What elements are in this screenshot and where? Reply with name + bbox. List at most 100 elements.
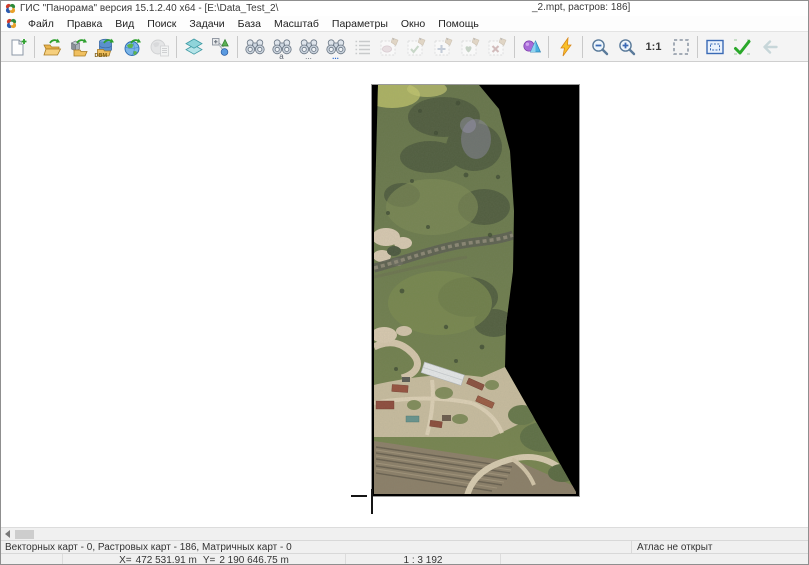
- x-value: 472 531.91 m: [136, 555, 197, 565]
- window-title-suffix: _2.mpt, растров: 186]: [532, 2, 630, 13]
- aerial-orthophoto: [372, 85, 579, 496]
- search-dots-label: ...: [296, 52, 322, 62]
- search-in-selected-button[interactable]: ...: [323, 34, 349, 60]
- object-list-button: [350, 34, 376, 60]
- zoom-in-icon: [617, 37, 637, 57]
- open-map-button[interactable]: [39, 34, 65, 60]
- toolbar-separator: [237, 36, 238, 58]
- raster-extent[interactable]: [372, 85, 579, 496]
- open-internet-map-button[interactable]: [120, 34, 146, 60]
- scroll-left-arrow-icon[interactable]: [1, 528, 14, 541]
- app-window: ГИС "Панорама" версия 15.1.2.40 x64 - [E…: [0, 0, 809, 565]
- menu-window[interactable]: Окно: [401, 18, 425, 30]
- map-window-button[interactable]: [702, 34, 728, 60]
- select-area-button: [377, 34, 403, 60]
- open-data-button[interactable]: [66, 34, 92, 60]
- globe-list-icon: [150, 37, 170, 57]
- menu-file[interactable]: Файл: [28, 18, 54, 30]
- select-add-button: [431, 34, 457, 60]
- x-label: X=: [119, 555, 132, 565]
- open-database-button[interactable]: DBM: [93, 34, 119, 60]
- map-cursor-crosshair: [371, 489, 373, 514]
- title-bar: ГИС "Панорама" версия 15.1.2.40 x64 - [E…: [1, 1, 808, 16]
- toolbar-separator: [582, 36, 583, 58]
- open-folder-icon: [42, 37, 62, 57]
- select-area-icon: [380, 37, 400, 57]
- lightning-icon: [556, 37, 576, 57]
- quick-view-button[interactable]: [553, 34, 579, 60]
- green-check-icon: [732, 37, 752, 57]
- maps-count-status: Векторных карт - 0, Растровых карт - 186…: [5, 542, 292, 553]
- menu-view[interactable]: Вид: [115, 18, 134, 30]
- open-box-icon: [69, 37, 89, 57]
- left-arrow-icon: [759, 37, 779, 57]
- status-separator: [631, 541, 632, 554]
- toolbar-separator: [176, 36, 177, 58]
- toolbar-separator: [514, 36, 515, 58]
- map-cursor-crosshair: [351, 495, 367, 497]
- dashed-frame-icon: [671, 37, 691, 57]
- scale-value: 1 : 3 192: [404, 555, 443, 565]
- search-name-label: a: [269, 52, 295, 62]
- horizontal-scrollbar[interactable]: [1, 527, 808, 540]
- select-x-icon: [488, 37, 508, 57]
- search-blue-dots-label: ...: [323, 52, 349, 62]
- globe-icon: [123, 37, 143, 57]
- coord-empty-cell: [1, 554, 63, 565]
- scale-1-1-label: 1:1: [646, 41, 662, 53]
- select-plus-icon: [434, 37, 454, 57]
- coord-empty-cell: [501, 554, 808, 565]
- select-frame-button[interactable]: [668, 34, 694, 60]
- window-title: ГИС "Панорама" версия 15.1.2.40 x64 - [E…: [20, 3, 278, 14]
- menu-search[interactable]: Поиск: [147, 18, 176, 30]
- dbm-label: DBM: [95, 53, 108, 59]
- menu-tasks[interactable]: Задачи: [189, 18, 224, 30]
- menu-bar: Файл Правка Вид Поиск Задачи База Масшта…: [1, 16, 808, 31]
- main-toolbar: DBM a ... ... 1:1: [1, 31, 808, 62]
- menu-help[interactable]: Помощь: [438, 18, 479, 30]
- menu-options[interactable]: Параметры: [332, 18, 388, 30]
- select-cancel-button: [485, 34, 511, 60]
- new-document-icon: [8, 37, 28, 57]
- toolbar-separator: [697, 36, 698, 58]
- menu-database[interactable]: База: [238, 18, 261, 30]
- menu-scale[interactable]: Масштаб: [274, 18, 319, 30]
- composition-icon: [211, 37, 231, 57]
- toolbar-separator: [548, 36, 549, 58]
- search-continue-button[interactable]: ...: [296, 34, 322, 60]
- app-logo-icon: [5, 3, 16, 14]
- zoom-in-button[interactable]: [614, 34, 640, 60]
- view-3d-button[interactable]: [519, 34, 545, 60]
- cursor-coordinates: X= 472 531.91 m Y= 2 190 646.75 m: [63, 554, 346, 565]
- y-label: Y=: [203, 555, 216, 565]
- y-value: 2 190 646.75 m: [219, 555, 289, 565]
- scrollbar-thumb[interactable]: [15, 530, 34, 539]
- scale-1-1-button[interactable]: 1:1: [641, 34, 667, 60]
- apply-button[interactable]: [729, 34, 755, 60]
- window-frame-icon: [705, 37, 725, 57]
- map-composition-button[interactable]: [208, 34, 234, 60]
- layer-list-button[interactable]: [181, 34, 207, 60]
- binoculars-icon: [245, 37, 265, 57]
- layers-icon: [184, 37, 204, 57]
- menu-edit[interactable]: Правка: [67, 18, 102, 30]
- select-heart-icon: [461, 37, 481, 57]
- map-canvas[interactable]: [1, 62, 808, 527]
- status-bar: Векторных карт - 0, Растровых карт - 186…: [1, 540, 808, 553]
- create-map-button[interactable]: [5, 34, 31, 60]
- zoom-out-button[interactable]: [587, 34, 613, 60]
- select-objects-button: [458, 34, 484, 60]
- map-scale-indicator: 1 : 3 192: [346, 554, 501, 565]
- select-confirm-button: [404, 34, 430, 60]
- step-back-button: [756, 34, 782, 60]
- search-by-name-button[interactable]: a: [269, 34, 295, 60]
- list-icon: [353, 37, 373, 57]
- 3d-shapes-icon: [522, 37, 542, 57]
- toolbar-separator: [34, 36, 35, 58]
- select-check-icon: [407, 37, 427, 57]
- geoportal-button: [147, 34, 173, 60]
- coordinates-bar: X= 472 531.91 m Y= 2 190 646.75 m 1 : 3 …: [1, 553, 808, 565]
- search-button[interactable]: [242, 34, 268, 60]
- zoom-out-icon: [590, 37, 610, 57]
- atlas-status: Атлас не открыт: [637, 542, 712, 553]
